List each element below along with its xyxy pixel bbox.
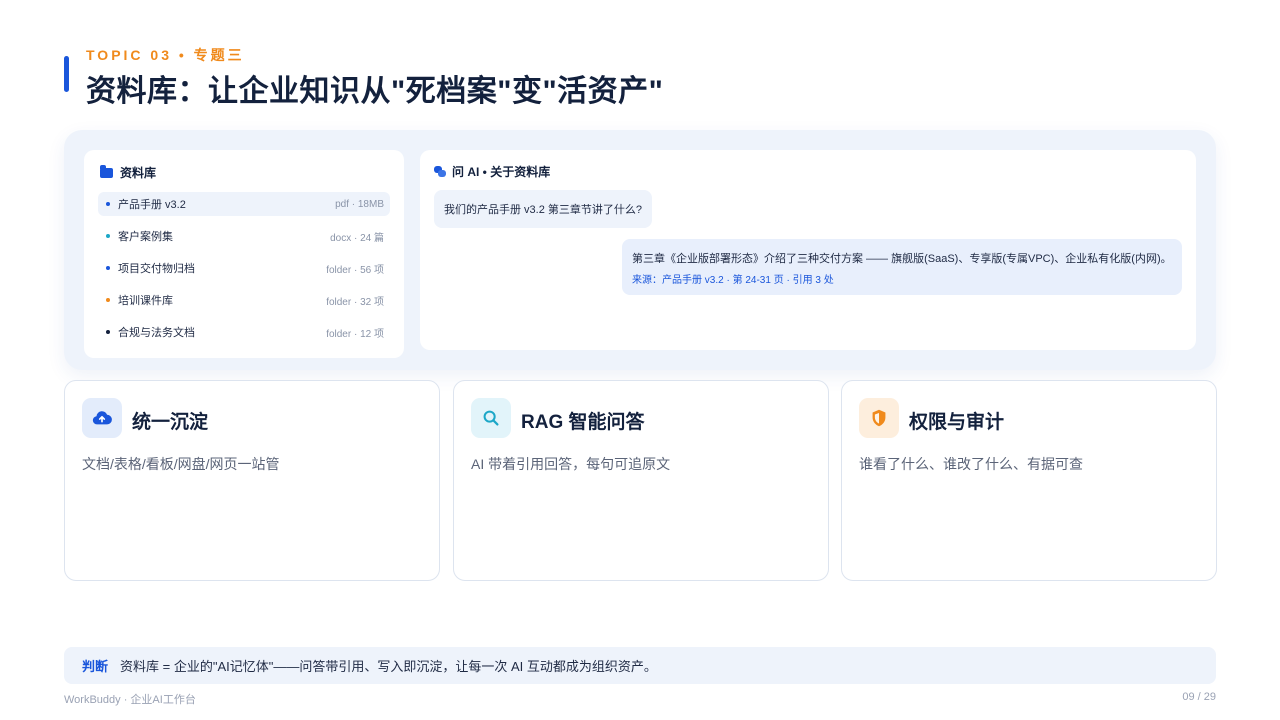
topic-label: TOPIC 03 • 专题三 [86, 47, 245, 63]
library-item-meta: docx · 24 篇 [330, 232, 384, 244]
footer-brand: WorkBuddy · 企业AI工作台 [64, 694, 196, 706]
chat-bubble-icon [434, 166, 446, 177]
ai-answer-text: 第三章《企业版部署形态》介绍了三种交付方案 —— 旗舰版(SaaS)、专享版(专… [632, 253, 1172, 265]
feature-description: 谁看了什么、谁改了什么、有据可查 [859, 456, 1083, 472]
page-number: 09 / 29 [1182, 691, 1216, 703]
library-card: 资料库 产品手册 v3.2 pdf · 18MB 客户案例集 docx · 24… [84, 150, 404, 358]
feature-card-unified-storage: 统一沉淀 文档/表格/看板/网盘/网页一站管 [64, 380, 440, 581]
chat-title: 问 AI • 关于资料库 [452, 165, 551, 179]
feature-description: AI 带着引用回答，每句可追原文 [471, 456, 671, 472]
feature-title: RAG 智能问答 [521, 412, 645, 433]
library-item-meta: folder · 32 项 [326, 296, 384, 308]
feature-description: 文档/表格/看板/网盘/网页一站管 [82, 456, 280, 472]
feature-title: 统一沉淀 [132, 412, 209, 433]
feature-title: 权限与审计 [909, 412, 1005, 433]
bullet-dot [106, 298, 110, 302]
chat-header: 问 AI • 关于资料库 [434, 163, 550, 180]
user-question-bubble: 我们的产品手册 v3.2 第三章节讲了什么? [434, 190, 653, 228]
library-item-training[interactable]: 培训课件库 folder · 32 项 [98, 288, 390, 312]
title-accent-bar [64, 56, 69, 92]
library-item-name: 产品手册 v3.2 [118, 199, 186, 211]
folder-icon [100, 164, 113, 178]
page-title: 资料库：让企业知识从"死档案"变"活资产" [86, 75, 664, 108]
bullet-dot [106, 202, 110, 206]
verdict-bar: 判断 资料库 = 企业的"AI记忆体"——问答带引用、写入即沉淀，让每一次 AI… [64, 647, 1216, 684]
bullet-dot [106, 234, 110, 238]
library-item-deliverables[interactable]: 项目交付物归档 folder · 56 项 [98, 256, 390, 280]
cloud-upload-icon [82, 398, 122, 438]
library-item-name: 合规与法务文档 [118, 327, 195, 339]
chat-card: 问 AI • 关于资料库 我们的产品手册 v3.2 第三章节讲了什么? 第三章《… [420, 150, 1196, 350]
feature-card-rag-qa: RAG 智能问答 AI 带着引用回答，每句可追原文 [453, 380, 829, 581]
ai-answer-bubble: 第三章《企业版部署形态》介绍了三种交付方案 —— 旗舰版(SaaS)、专享版(专… [622, 239, 1182, 295]
library-item-meta: folder · 56 项 [326, 264, 384, 276]
library-item-name: 培训课件库 [118, 295, 173, 307]
answer-source-citation[interactable]: 来源：产品手册 v3.2 · 第 24-31 页 · 引用 3 处 [632, 271, 1172, 286]
verdict-text: 资料库 = 企业的"AI记忆体"——问答带引用、写入即沉淀，让每一次 AI 互动… [120, 659, 657, 674]
bullet-dot [106, 266, 110, 270]
search-icon [471, 398, 511, 438]
library-item-name: 客户案例集 [118, 231, 173, 243]
library-header: 资料库 [100, 164, 156, 181]
bullet-dot [106, 330, 110, 334]
shield-icon [859, 398, 899, 438]
library-item-meta: pdf · 18MB [335, 198, 384, 210]
library-item-product-manual[interactable]: 产品手册 v3.2 pdf · 18MB [98, 192, 390, 216]
library-item-name: 项目交付物归档 [118, 263, 195, 275]
library-item-compliance[interactable]: 合规与法务文档 folder · 12 项 [98, 320, 390, 344]
library-item-meta: folder · 12 项 [326, 328, 384, 340]
verdict-tag: 判断 [82, 659, 109, 674]
library-item-case-studies[interactable]: 客户案例集 docx · 24 篇 [98, 224, 390, 248]
feature-card-permission-audit: 权限与审计 谁看了什么、谁改了什么、有据可查 [841, 380, 1217, 581]
library-title: 资料库 [120, 166, 157, 180]
